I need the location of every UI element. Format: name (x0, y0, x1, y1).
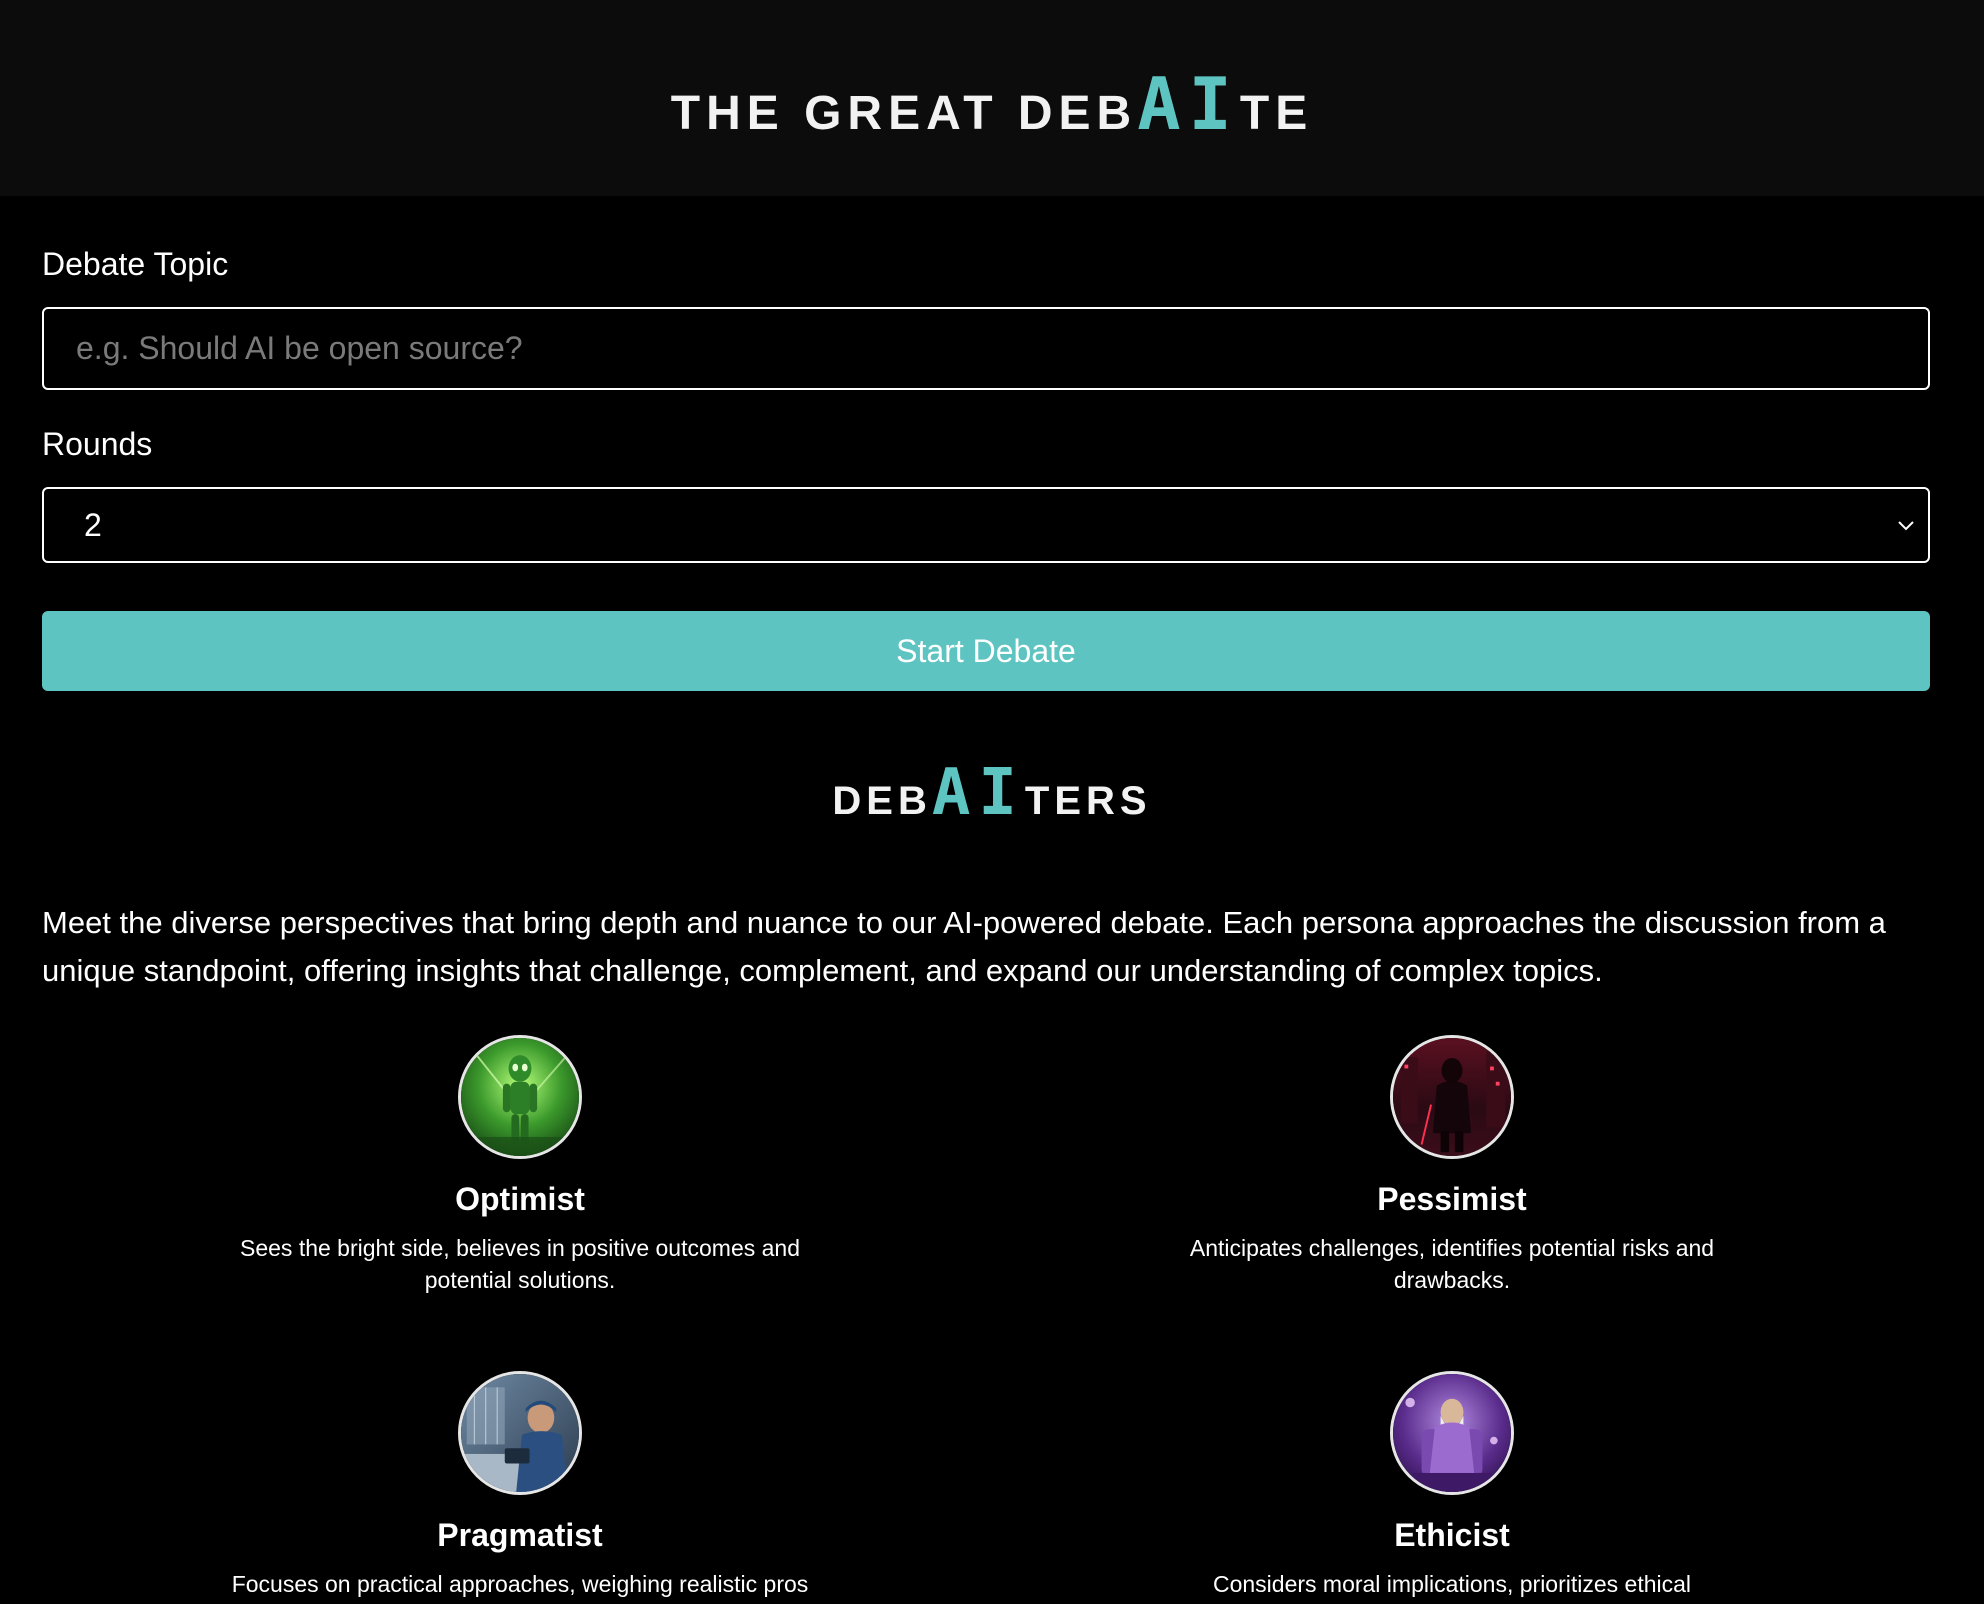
pessimist-portrait-image (1393, 1038, 1511, 1156)
app-title-accent: AI (1137, 62, 1240, 146)
persona-name: Pessimist (1377, 1181, 1527, 1217)
rounds-label: Rounds (42, 426, 153, 462)
pragmatist-avatar (458, 1371, 582, 1495)
start-debate-button[interactable]: Start Debate (42, 611, 1930, 691)
debate-topic-label: Debate Topic (42, 246, 229, 282)
persona-description: Sees the bright side, believes in positi… (240, 1235, 800, 1293)
debate-topic-input[interactable] (42, 307, 1930, 390)
persona-name: Optimist (455, 1181, 585, 1217)
app-title-prefix: THE GREAT DEB (670, 87, 1138, 140)
app-title: THE GREAT DEB AI TE (671, 62, 1314, 146)
debaiters-title-prefix: DEB (832, 779, 932, 823)
app-title-suffix: TE (1239, 87, 1314, 140)
persona-description: Anticipates challenges, identifies poten… (1189, 1235, 1715, 1293)
debaiters-title-accent: AI (931, 756, 1025, 830)
debaiters-intro: Meet the diverse perspectives that bring… (42, 905, 1886, 988)
pragmatist-portrait-image (461, 1374, 579, 1492)
optimist-portrait-image (461, 1038, 579, 1156)
app-header: THE GREAT DEB AI TE (0, 0, 1984, 196)
persona-name: Pragmatist (437, 1517, 603, 1553)
rounds-select[interactable]: 2 (42, 487, 1930, 563)
persona-card-optimist: Optimist Sees the bright side, believes … (200, 1035, 840, 1296)
persona-description: Considers moral implications, prioritize… (1212, 1571, 1692, 1597)
debaiters-title: DEB AI TERS (0, 756, 1984, 830)
persona-card-pessimist: Pessimist Anticipates challenges, identi… (1132, 1035, 1772, 1296)
pessimist-avatar (1390, 1035, 1514, 1159)
ethicist-avatar (1390, 1371, 1514, 1495)
optimist-avatar (458, 1035, 582, 1159)
main-content: Debate Topic Rounds 2 Start Debate DEBAI… (0, 196, 1984, 1604)
persona-description: Focuses on practical approaches, weighin… (231, 1571, 809, 1597)
ethicist-portrait-image (1393, 1374, 1511, 1492)
debaiters-title-suffix: TERS (1024, 779, 1152, 823)
persona-card-ethicist: Ethicist Considers moral implications, p… (1132, 1371, 1772, 1600)
chevron-down-icon (1898, 521, 1914, 531)
persona-name: Ethicist (1394, 1517, 1510, 1553)
rounds-select-value: 2 (84, 506, 102, 543)
persona-card-pragmatist: Pragmatist Focuses on practical approach… (200, 1371, 840, 1600)
